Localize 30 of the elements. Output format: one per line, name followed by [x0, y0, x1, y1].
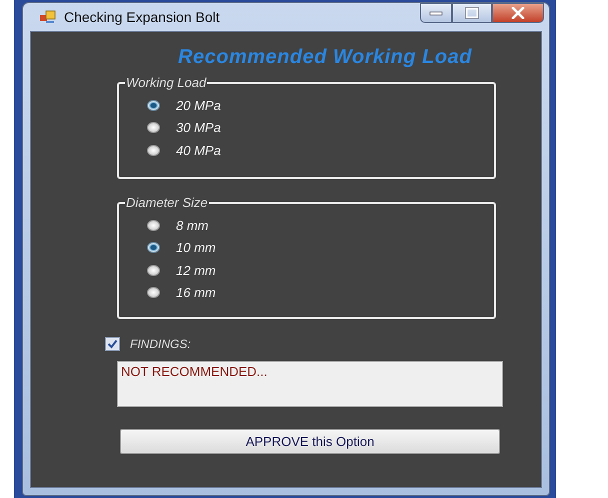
- dialog-heading: Recommended Working Load: [178, 46, 472, 69]
- group-label: Working Load: [125, 75, 208, 90]
- option-label: 16 mm: [176, 285, 216, 300]
- group-label: Diameter Size: [125, 195, 209, 210]
- option-label: 30 MPa: [176, 120, 221, 136]
- checkmark-icon: [107, 339, 118, 349]
- radio-button[interactable]: [147, 100, 160, 111]
- option-label: 20 MPa: [176, 98, 221, 113]
- minimize-button[interactable]: [420, 3, 452, 23]
- option-label: 8 mm: [176, 218, 208, 233]
- minimize-icon: [429, 10, 443, 16]
- radio-button[interactable]: [147, 287, 160, 298]
- findings-label: FINDINGS:: [130, 337, 191, 351]
- radio-button[interactable]: [147, 264, 160, 276]
- option-label: 12 mm: [176, 262, 216, 278]
- option-label: 40 MPa: [176, 142, 221, 158]
- findings-checkbox[interactable]: [105, 337, 120, 351]
- approve-button[interactable]: APPROVE this Option: [120, 429, 500, 454]
- option-label: 10 mm: [176, 240, 216, 256]
- window-title: Checking Expansion Bolt: [64, 9, 220, 25]
- maximize-button[interactable]: [452, 3, 492, 23]
- app-icon: [40, 10, 56, 24]
- close-icon: [511, 7, 525, 19]
- radio-button[interactable]: [147, 144, 160, 156]
- radio-button[interactable]: [147, 122, 160, 134]
- maximize-icon: [465, 7, 479, 19]
- radio-button[interactable]: [147, 220, 160, 231]
- close-button[interactable]: [492, 3, 544, 23]
- findings-field[interactable]: NOT RECOMMENDED...: [117, 361, 503, 407]
- radio-button[interactable]: [147, 242, 160, 254]
